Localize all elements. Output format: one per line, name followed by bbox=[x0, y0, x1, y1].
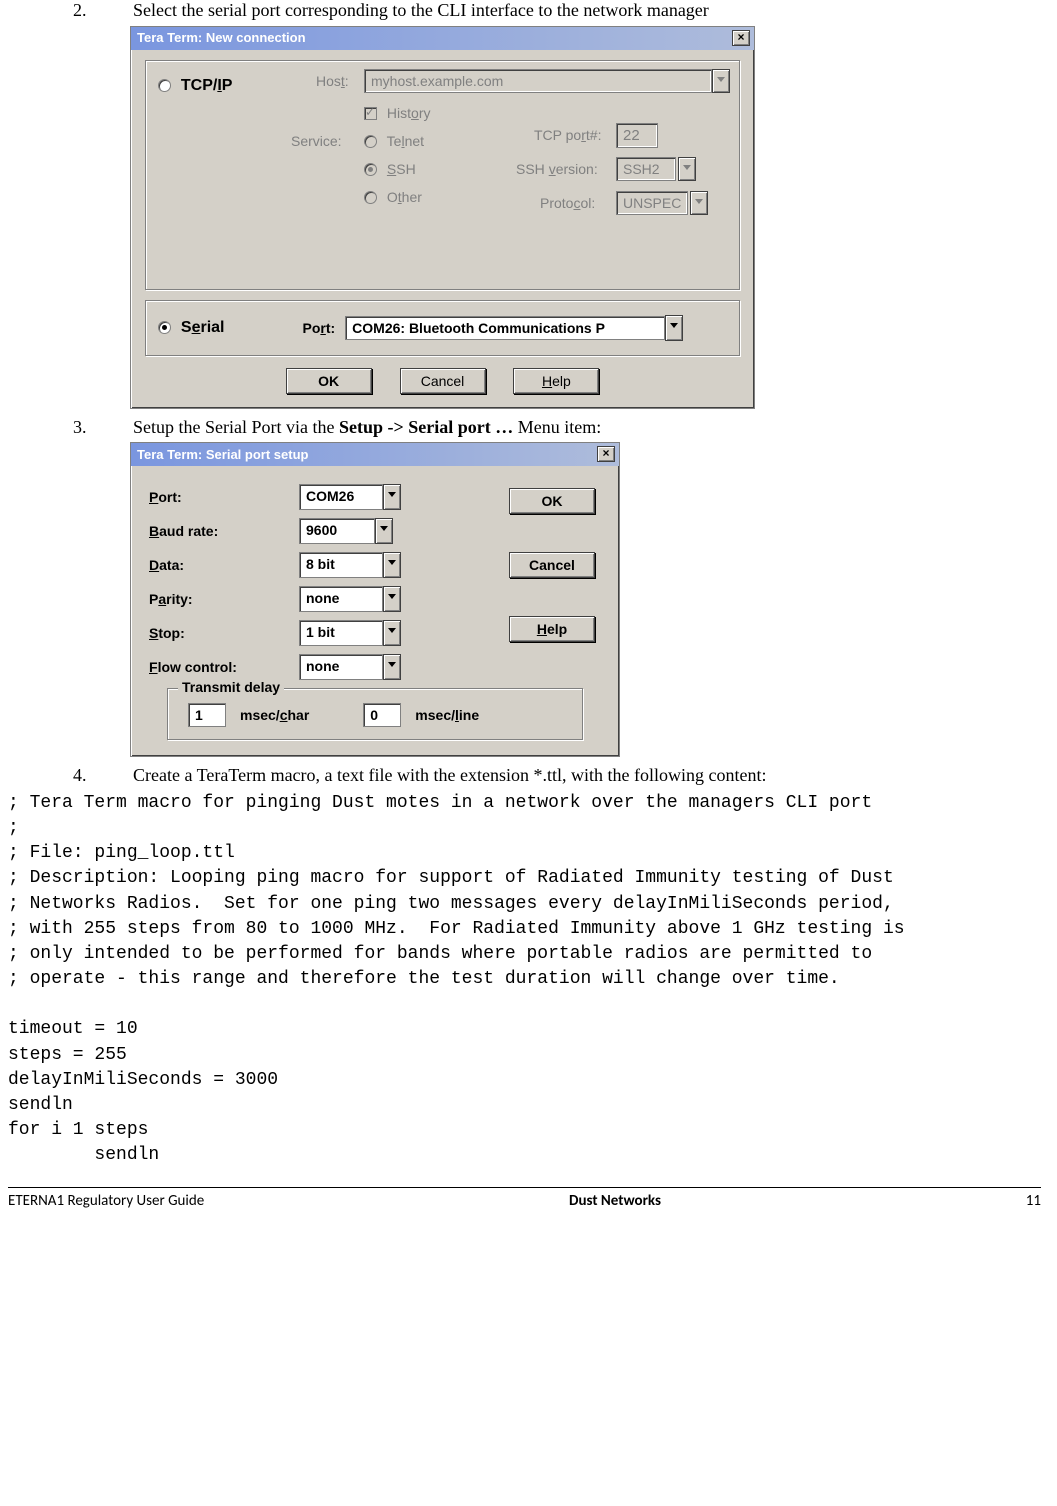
step-number: 2. bbox=[103, 0, 133, 22]
msec-char-input[interactable]: 1 bbox=[188, 703, 226, 727]
help-button[interactable]: Help bbox=[513, 368, 599, 394]
step-number: 4. bbox=[103, 765, 133, 787]
footer-page-number: 11 bbox=[1026, 1192, 1041, 1210]
radio-icon bbox=[364, 135, 377, 148]
port-select[interactable]: COM26 bbox=[299, 484, 401, 510]
tcpport-input: 22 bbox=[616, 123, 658, 148]
footer-left: ETERNA1 Regulatory User Guide bbox=[8, 1192, 204, 1210]
history-checkbox-row: History bbox=[364, 105, 430, 121]
step-4: 4.Create a TeraTerm macro, a text file w… bbox=[103, 765, 1049, 787]
parity-label: Parity: bbox=[149, 591, 299, 607]
ssh-radio-row: SSH bbox=[364, 161, 416, 177]
port-select[interactable]: COM26: Bluetooth Communications P bbox=[345, 316, 665, 340]
port-label: Port: bbox=[302, 320, 335, 336]
telnet-label: Telnet bbox=[387, 133, 424, 149]
dropdown-icon bbox=[690, 191, 708, 215]
close-icon[interactable]: × bbox=[732, 30, 750, 46]
step-3: 3.Setup the Serial Port via the Setup ->… bbox=[103, 417, 1049, 439]
data-select[interactable]: 8 bit bbox=[299, 552, 401, 578]
other-radio-row: Other bbox=[364, 189, 422, 205]
teraterm-new-connection-dialog: Tera Term: New connection × TCP/IP Host:… bbox=[130, 26, 755, 409]
step-text: Create a TeraTerm macro, a text file wit… bbox=[133, 765, 766, 785]
msec-line-label: msec/line bbox=[415, 707, 479, 723]
step-text: Select the serial port corresponding to … bbox=[133, 0, 709, 20]
footer-center: Dust Networks bbox=[569, 1192, 661, 1210]
dropdown-icon[interactable] bbox=[383, 552, 401, 578]
dropdown-icon[interactable] bbox=[375, 518, 393, 544]
stop-label: Stop: bbox=[149, 625, 299, 641]
radio-icon bbox=[364, 191, 377, 204]
serial-label: Serial bbox=[181, 319, 225, 336]
service-label: Service: bbox=[291, 133, 342, 149]
serial-radio-row[interactable]: Serial bbox=[158, 319, 224, 337]
flow-select[interactable]: none bbox=[299, 654, 401, 680]
step-2: 2.Select the serial port corresponding t… bbox=[103, 0, 1049, 22]
protocol-label: Protocol: bbox=[540, 195, 595, 211]
tcpip-radio-label: TCP/IP bbox=[181, 77, 233, 94]
msec-line-input[interactable]: 0 bbox=[363, 703, 401, 727]
dialog-title: Tera Term: Serial port setup bbox=[137, 447, 308, 462]
dialog-titlebar: Tera Term: Serial port setup × bbox=[131, 443, 619, 466]
dialog-titlebar: Tera Term: New connection × bbox=[131, 27, 754, 50]
data-label: Data: bbox=[149, 557, 299, 573]
help-button[interactable]: Help bbox=[509, 616, 595, 642]
telnet-radio-row: Telnet bbox=[364, 133, 424, 149]
sshversion-select: SSH2 bbox=[616, 157, 676, 181]
transmit-delay-group: Transmit delay 1 msec/char 0 msec/line bbox=[167, 688, 583, 740]
ok-button[interactable]: OK bbox=[286, 368, 372, 394]
ssh-label: SSH bbox=[387, 161, 416, 177]
host-label: Host: bbox=[316, 73, 349, 89]
close-icon[interactable]: × bbox=[597, 446, 615, 462]
macro-code: ; Tera Term macro for pinging Dust motes… bbox=[8, 791, 1049, 1169]
radio-icon bbox=[364, 163, 377, 176]
flow-label: Flow control: bbox=[149, 659, 299, 675]
radio-icon bbox=[158, 79, 171, 92]
stop-select[interactable]: 1 bit bbox=[299, 620, 401, 646]
cancel-button[interactable]: Cancel bbox=[400, 368, 486, 394]
dropdown-icon[interactable] bbox=[383, 586, 401, 612]
teraterm-serial-setup-dialog: Tera Term: Serial port setup × Port: COM… bbox=[130, 442, 620, 757]
step-text: Setup the Serial Port via the Setup -> S… bbox=[133, 417, 601, 437]
dialog-title: Tera Term: New connection bbox=[137, 30, 306, 45]
dropdown-icon bbox=[712, 69, 730, 93]
dropdown-icon[interactable] bbox=[383, 654, 401, 680]
msec-char-label: msec/char bbox=[240, 707, 309, 723]
tcpip-radio-row[interactable]: TCP/IP bbox=[158, 77, 232, 95]
other-label: Other bbox=[387, 189, 422, 205]
baud-select[interactable]: 9600 bbox=[299, 518, 393, 544]
dropdown-icon[interactable] bbox=[665, 315, 683, 341]
dropdown-icon[interactable] bbox=[383, 620, 401, 646]
dropdown-icon[interactable] bbox=[383, 484, 401, 510]
host-input: myhost.example.com bbox=[364, 69, 712, 93]
checkbox-icon bbox=[364, 107, 377, 120]
transmit-delay-label: Transmit delay bbox=[178, 679, 284, 695]
history-label: History bbox=[387, 105, 431, 121]
radio-icon bbox=[158, 321, 171, 334]
protocol-select: UNSPEC bbox=[616, 191, 688, 215]
baud-label: Baud rate: bbox=[149, 523, 299, 539]
ok-button[interactable]: OK bbox=[509, 488, 595, 514]
page-footer: ETERNA1 Regulatory User Guide Dust Netwo… bbox=[8, 1187, 1041, 1220]
tcpport-label: TCP port#: bbox=[534, 127, 601, 143]
step-number: 3. bbox=[103, 417, 133, 439]
parity-select[interactable]: none bbox=[299, 586, 401, 612]
sshversion-label: SSH version: bbox=[516, 161, 598, 177]
port-label: Port: bbox=[149, 489, 299, 505]
cancel-button[interactable]: Cancel bbox=[509, 552, 595, 578]
dropdown-icon bbox=[678, 157, 696, 181]
